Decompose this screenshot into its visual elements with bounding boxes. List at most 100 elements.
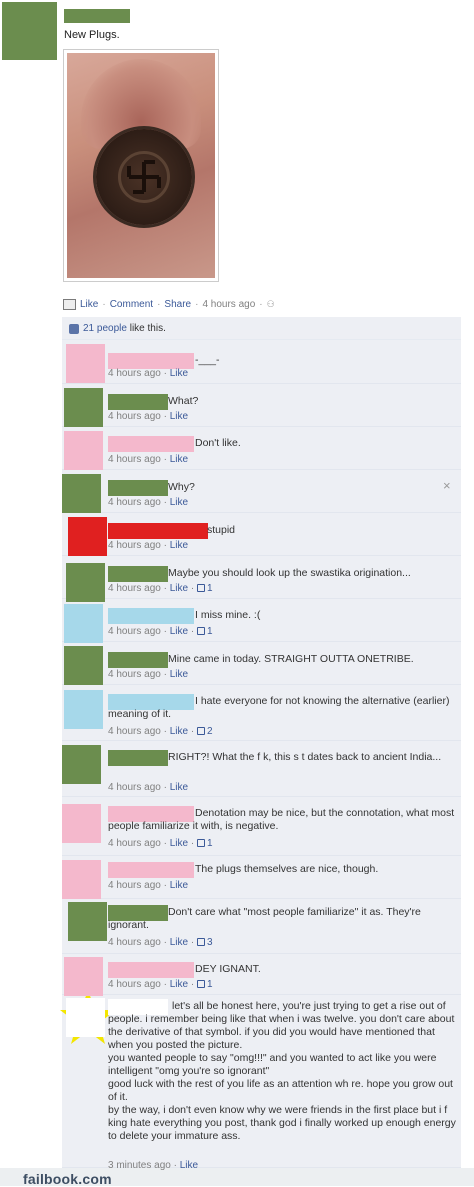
poster-avatar[interactable] xyxy=(2,2,57,60)
comment-timestamp[interactable]: 4 hours ago xyxy=(108,454,161,465)
commenter-name-censored[interactable] xyxy=(108,566,168,582)
commenter-name-censored[interactable] xyxy=(108,436,194,452)
comment-text: What? xyxy=(168,395,199,407)
thumbs-up-icon xyxy=(196,980,205,988)
commenter-name-censored[interactable] xyxy=(108,862,194,878)
commenter-avatar[interactable] xyxy=(64,388,103,427)
comment-like-link[interactable]: Like xyxy=(170,540,188,551)
comment-text: Don't like. xyxy=(195,437,241,449)
commenter-avatar[interactable] xyxy=(68,902,107,941)
comment-meta: 4 hours ago · Like xyxy=(108,368,189,379)
commenter-name-censored[interactable] xyxy=(108,353,194,369)
comment-text: stupid xyxy=(207,524,236,536)
comment-meta: 4 hours ago · Like · 3 xyxy=(108,937,213,948)
comment-timestamp[interactable]: 4 hours ago xyxy=(108,497,161,508)
comment-meta: 4 hours ago · Like · 1 xyxy=(108,838,213,849)
comment-meta: 4 hours ago · Like · 2 xyxy=(108,726,213,737)
thumbs-up-icon xyxy=(196,839,205,847)
post-text: New Plugs. xyxy=(64,29,120,41)
post-timestamp[interactable]: 4 hours ago xyxy=(202,299,255,310)
comment-timestamp[interactable]: 4 hours ago xyxy=(108,368,161,379)
comment-timestamp[interactable]: 4 hours ago xyxy=(108,540,161,551)
comment-likes-count[interactable]: 3 xyxy=(196,937,213,948)
commenter-avatar[interactable] xyxy=(64,431,103,470)
thumbs-up-icon xyxy=(196,627,205,635)
comment-meta: 4 hours ago · Like xyxy=(108,411,189,422)
privacy-friends-icon[interactable]: ⚇ xyxy=(267,299,275,310)
thumbs-up-icon xyxy=(196,938,205,946)
comment-timestamp[interactable]: 4 hours ago xyxy=(108,782,161,793)
likes-suffix: like this. xyxy=(129,323,166,334)
commenter-name-censored[interactable] xyxy=(108,394,168,410)
comment-like-link[interactable]: Like xyxy=(170,979,188,990)
comment-text: I hate everyone for not knowing the alte… xyxy=(108,695,450,720)
commenter-avatar[interactable] xyxy=(66,563,105,602)
comment-likes-count[interactable]: 1 xyxy=(196,838,213,849)
comment-text: DEY IGNANT. xyxy=(195,963,261,975)
comment-likes-count[interactable]: 1 xyxy=(196,979,213,990)
commenter-avatar[interactable] xyxy=(64,690,103,729)
comment-like-link[interactable]: Like xyxy=(170,626,188,637)
likes-count-link[interactable]: 21 people xyxy=(83,323,127,334)
comment-like-link[interactable]: Like xyxy=(170,454,188,465)
comment-timestamp[interactable]: 4 hours ago xyxy=(108,937,161,948)
failbook-brand: failbook.com xyxy=(23,1171,112,1187)
comment-like-link[interactable]: Like xyxy=(170,411,188,422)
comment-timestamp[interactable]: 4 hours ago xyxy=(108,626,161,637)
commenter-avatar[interactable] xyxy=(64,957,103,996)
comment-text: I miss mine. :( xyxy=(195,609,261,621)
plug-emblem xyxy=(118,151,170,203)
post-comment-link[interactable]: Comment xyxy=(110,299,153,310)
comment-timestamp[interactable]: 4 hours ago xyxy=(108,979,161,990)
comment-like-link[interactable]: Like xyxy=(180,1160,198,1171)
comment-like-link[interactable]: Like xyxy=(170,368,188,379)
commenter-avatar[interactable] xyxy=(66,998,105,1037)
comment-text: The plugs themselves are nice, though. xyxy=(195,863,379,875)
comment-like-link[interactable]: Like xyxy=(170,937,188,948)
commenter-name-censored[interactable] xyxy=(108,962,194,978)
post-share-link[interactable]: Share xyxy=(164,299,191,310)
comment-text: -___- xyxy=(195,354,220,366)
poster-name-censored[interactable] xyxy=(64,9,130,23)
commenter-avatar[interactable] xyxy=(62,860,101,899)
likes-summary: 21 people like this. xyxy=(62,318,461,340)
commenter-name-censored[interactable] xyxy=(108,608,194,624)
commenter-name-censored[interactable] xyxy=(108,652,168,668)
plug-disc xyxy=(96,129,192,225)
comment-timestamp[interactable]: 4 hours ago xyxy=(108,411,161,422)
comment-likes-count[interactable]: 1 xyxy=(196,626,213,637)
photo-icon xyxy=(63,298,76,310)
commenter-name-censored[interactable] xyxy=(108,523,208,539)
comment-meta: 4 hours ago · Like xyxy=(108,454,189,465)
comment-timestamp[interactable]: 4 hours ago xyxy=(108,726,161,737)
post-like-link[interactable]: Like xyxy=(80,299,98,310)
commenter-avatar[interactable] xyxy=(64,604,103,643)
comment-timestamp[interactable]: 4 hours ago xyxy=(108,583,161,594)
comment-text: RIGHT?! What the f k, this s t dates bac… xyxy=(168,751,442,763)
commenter-name-censored[interactable] xyxy=(108,480,168,496)
comment-like-link[interactable]: Like xyxy=(170,669,188,680)
commenter-avatar[interactable] xyxy=(64,646,103,685)
comment-likes-count[interactable]: 1 xyxy=(196,583,213,594)
commenter-avatar[interactable] xyxy=(62,474,101,513)
comment-meta: 4 hours ago · Like xyxy=(108,497,189,508)
comment-like-link[interactable]: Like xyxy=(170,497,188,508)
comment-like-link[interactable]: Like xyxy=(170,583,188,594)
commenter-avatar[interactable] xyxy=(62,804,101,843)
comment-timestamp[interactable]: 3 minutes ago xyxy=(108,1160,171,1171)
commenter-avatar[interactable] xyxy=(68,517,107,556)
comment-like-link[interactable]: Like xyxy=(170,838,188,849)
commenter-avatar[interactable] xyxy=(66,344,105,383)
comment-meta: 4 hours ago · Like · 1 xyxy=(108,583,213,594)
post-photo[interactable] xyxy=(63,49,219,282)
comment-likes-count[interactable]: 2 xyxy=(196,726,213,737)
comment-like-link[interactable]: Like xyxy=(170,726,188,737)
commenter-avatar[interactable] xyxy=(62,745,101,784)
comment-like-link[interactable]: Like xyxy=(170,880,188,891)
thumbs-up-icon xyxy=(196,584,205,592)
comment-timestamp[interactable]: 4 hours ago xyxy=(108,838,161,849)
comment-like-link[interactable]: Like xyxy=(170,782,188,793)
comment-text: let's all be honest here, you're just tr… xyxy=(108,1000,456,1142)
comment-timestamp[interactable]: 4 hours ago xyxy=(108,880,161,891)
comment-timestamp[interactable]: 4 hours ago xyxy=(108,669,161,680)
